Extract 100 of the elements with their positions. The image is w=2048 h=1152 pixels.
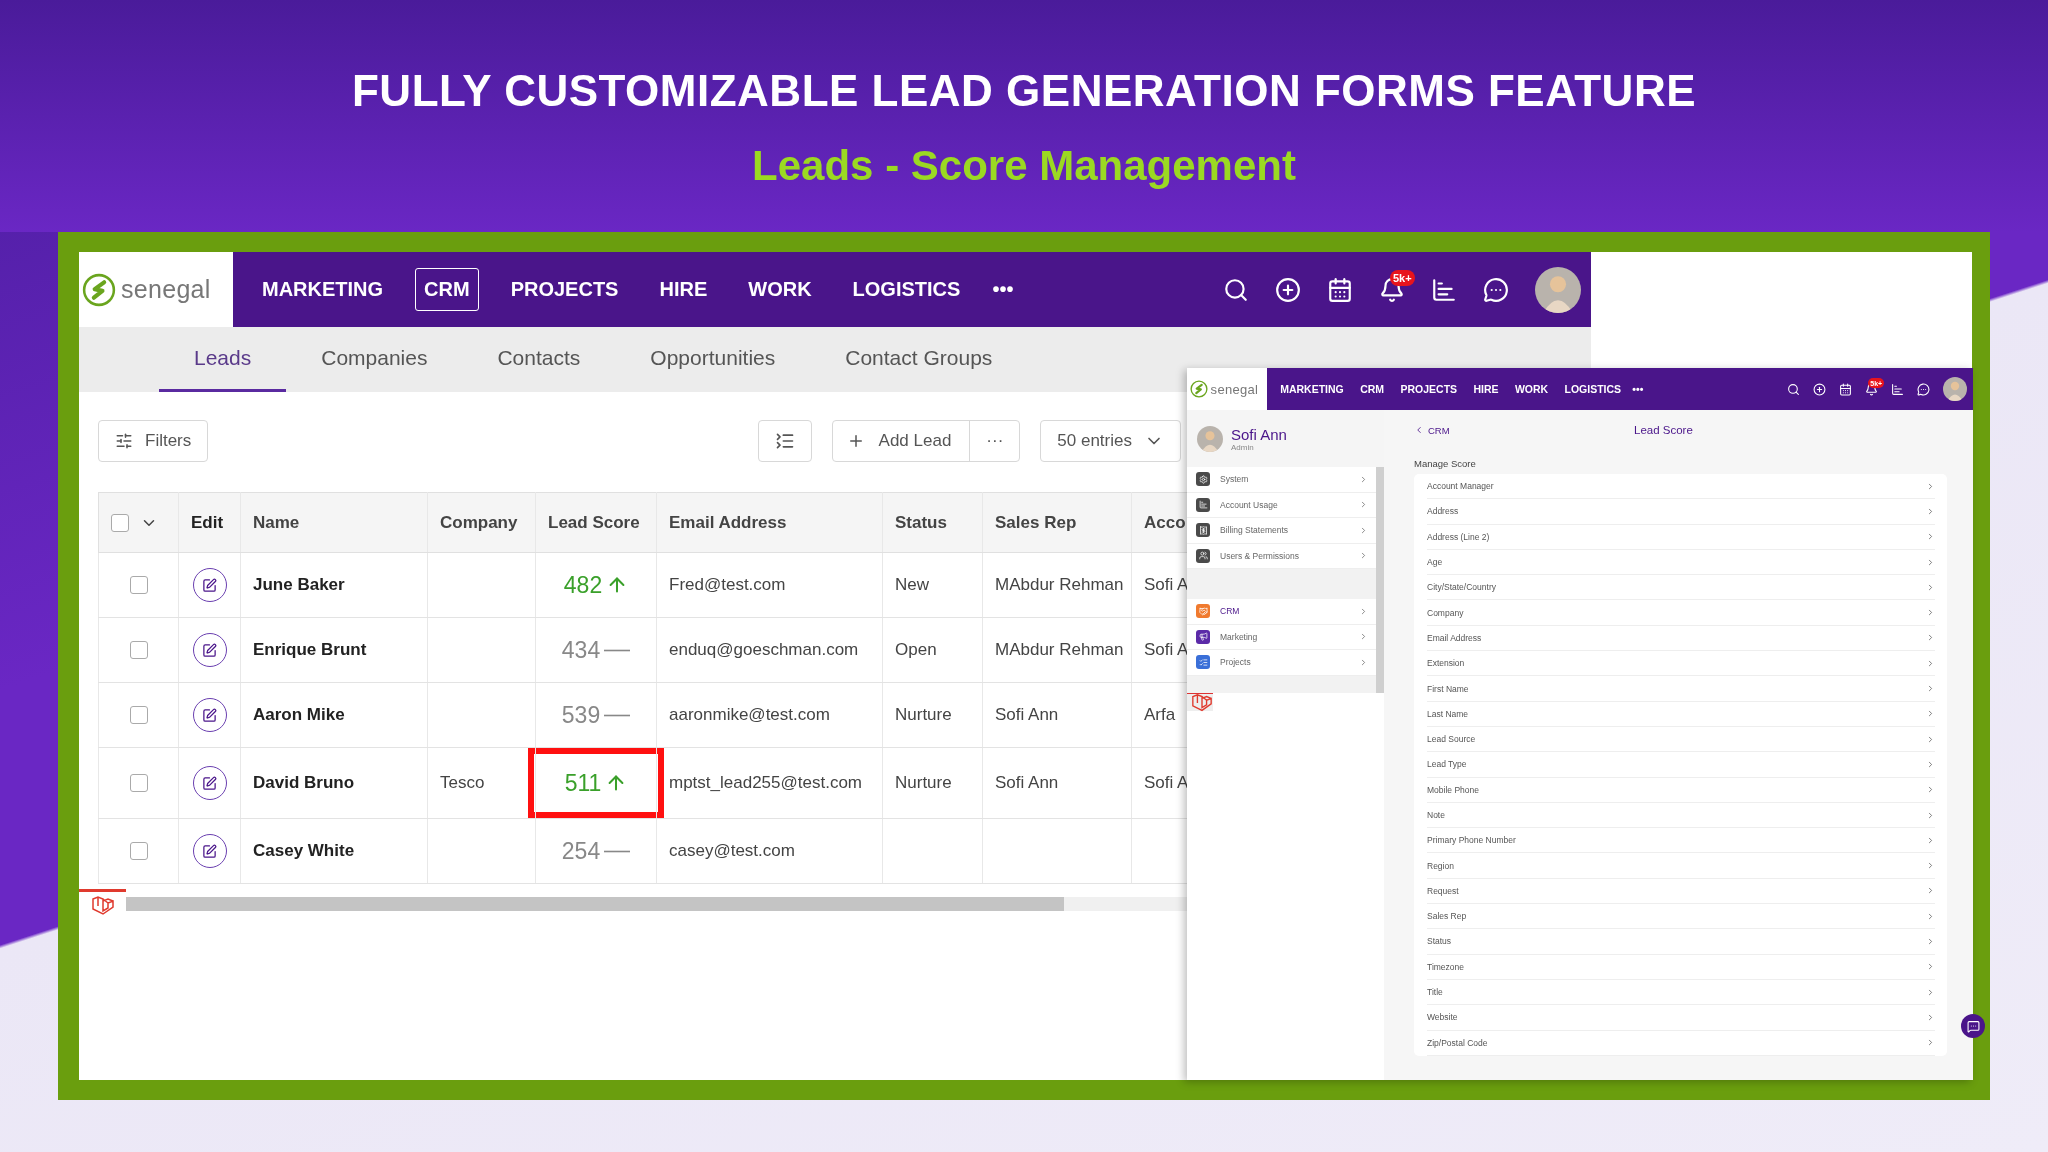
avatar[interactable] [1535,266,1581,313]
field-row[interactable]: Website [1427,1005,1935,1031]
chevron-icon [1926,506,1935,516]
field-row[interactable]: Extension [1427,651,1935,677]
sidebar-item[interactable]: Marketing [1187,624,1376,650]
nav-item[interactable]: CRM [415,268,479,311]
nav-item[interactable]: WORK [1509,377,1554,401]
field-row[interactable]: Status [1427,929,1935,955]
avatar[interactable] [1943,377,1967,401]
nav-item[interactable]: MARKETING [1275,377,1349,401]
chat-icon[interactable] [1483,276,1509,303]
nav-item[interactable]: HIRE [1468,377,1504,401]
checkbox[interactable] [129,576,148,595]
chart-icon[interactable] [1431,276,1457,303]
table-cell: Tesco [427,747,536,819]
field-row[interactable]: Address (Line 2) [1427,524,1935,550]
checkbox[interactable] [129,706,148,725]
sidebar-item[interactable]: System [1187,467,1376,493]
edit-button[interactable] [192,766,227,800]
chat-icon[interactable] [1917,382,1930,396]
field-row[interactable]: First Name [1427,676,1935,702]
table-cell: New [882,552,983,618]
field-row[interactable]: Sales Rep [1427,904,1935,930]
dash-icon [604,648,631,652]
sidebar-item[interactable]: Billing Statements [1187,518,1376,544]
field-row[interactable]: Account Manager [1427,474,1935,500]
add-icon[interactable] [1275,276,1301,303]
checkbox[interactable] [129,774,148,793]
field-row[interactable]: Zip/Postal Code [1427,1030,1935,1056]
field-row[interactable]: Company [1427,600,1935,626]
field-row[interactable]: Timezone [1427,954,1935,980]
table-cell: aaronmike@test.com [656,682,883,748]
chevron-icon [1926,658,1935,668]
banner-subtitle: Leads - Score Management [752,142,1296,190]
chevron-icon [1926,861,1935,871]
field-row[interactable]: City/State/Country [1427,575,1935,601]
dash-icon [604,849,631,853]
nav-item[interactable]: PROJECTS [1395,377,1463,401]
search-icon[interactable] [1787,382,1800,396]
field-row[interactable]: Request [1427,878,1935,905]
sidebar-item[interactable]: CRM [1187,599,1376,625]
field-row[interactable]: Age [1427,549,1935,576]
edit-button[interactable] [192,633,227,667]
columns-button[interactable] [757,420,812,462]
checkbox[interactable] [129,641,148,660]
field-row[interactable]: Title [1427,979,1935,1006]
sidebar-item[interactable]: Account Usage [1187,492,1376,518]
chevron-icon [1926,1038,1935,1048]
chat-button[interactable] [1961,1014,1985,1038]
sidebar-item[interactable]: Users & Permissions [1187,543,1376,569]
add-icon[interactable] [1813,382,1826,396]
field-row[interactable]: Email Address [1427,625,1935,652]
tab[interactable]: Leads [159,327,287,392]
chevron-icon [1359,525,1368,535]
field-row[interactable]: Lead Type [1427,752,1935,778]
filters-button[interactable]: Filters [98,420,209,462]
nav-item[interactable]: LOGISTICS [843,268,970,311]
laravel-icon [90,895,115,916]
sidebar-item[interactable]: Projects [1187,650,1376,676]
field-row[interactable]: Last Name [1427,701,1935,727]
calendar-icon[interactable] [1327,276,1353,303]
chart-icon[interactable] [1891,382,1904,396]
more-menu[interactable]: ••• [1632,383,1644,395]
chevron-icon [1926,835,1935,845]
tab[interactable]: Contact Groups [810,327,1028,392]
field-row[interactable]: Note [1427,802,1935,829]
field-row[interactable]: Region [1427,853,1935,879]
back-link[interactable]: CRM [1414,424,1634,436]
checkbox[interactable] [111,514,129,532]
table-cell: Nurture [882,682,983,748]
field-row[interactable]: Lead Source [1427,726,1935,753]
tab[interactable]: Opportunities [615,327,811,392]
add-lead-button[interactable]: Add Lead [832,421,971,461]
calendar-icon[interactable] [1839,382,1852,396]
more-menu[interactable]: ••• [992,278,1014,301]
nav-item[interactable]: MARKETING [253,268,393,311]
checkbox[interactable] [129,842,148,861]
nav-item[interactable]: HIRE [650,268,717,311]
tab[interactable]: Contacts [462,327,616,392]
nav-item[interactable]: PROJECTS [501,268,628,311]
column-header: Acco [1131,492,1187,553]
scrollbar[interactable] [126,897,1187,911]
field-row[interactable]: Primary Phone Number [1427,828,1935,854]
search-icon[interactable] [1223,276,1249,303]
tab[interactable]: Companies [286,327,463,392]
field-row[interactable]: Mobile Phone [1427,777,1935,803]
chevron-icon [1926,709,1935,719]
user-role: Admin [1231,442,1255,452]
edit-button[interactable] [192,568,227,602]
chevron-icon [1359,657,1368,667]
nav-item[interactable]: LOGISTICS [1559,377,1627,401]
chevron-icon [1926,557,1935,567]
nav-item[interactable]: CRM [1354,377,1390,401]
table-cell: mptst_lead255@test.com [656,747,883,819]
edit-button[interactable] [192,698,227,732]
entries-dropdown[interactable]: 50 entries [1040,420,1181,462]
edit-button[interactable] [192,834,227,868]
nav-item[interactable]: WORK [739,268,821,311]
more-button[interactable]: ··· [970,431,1020,451]
field-row[interactable]: Address [1427,499,1935,525]
